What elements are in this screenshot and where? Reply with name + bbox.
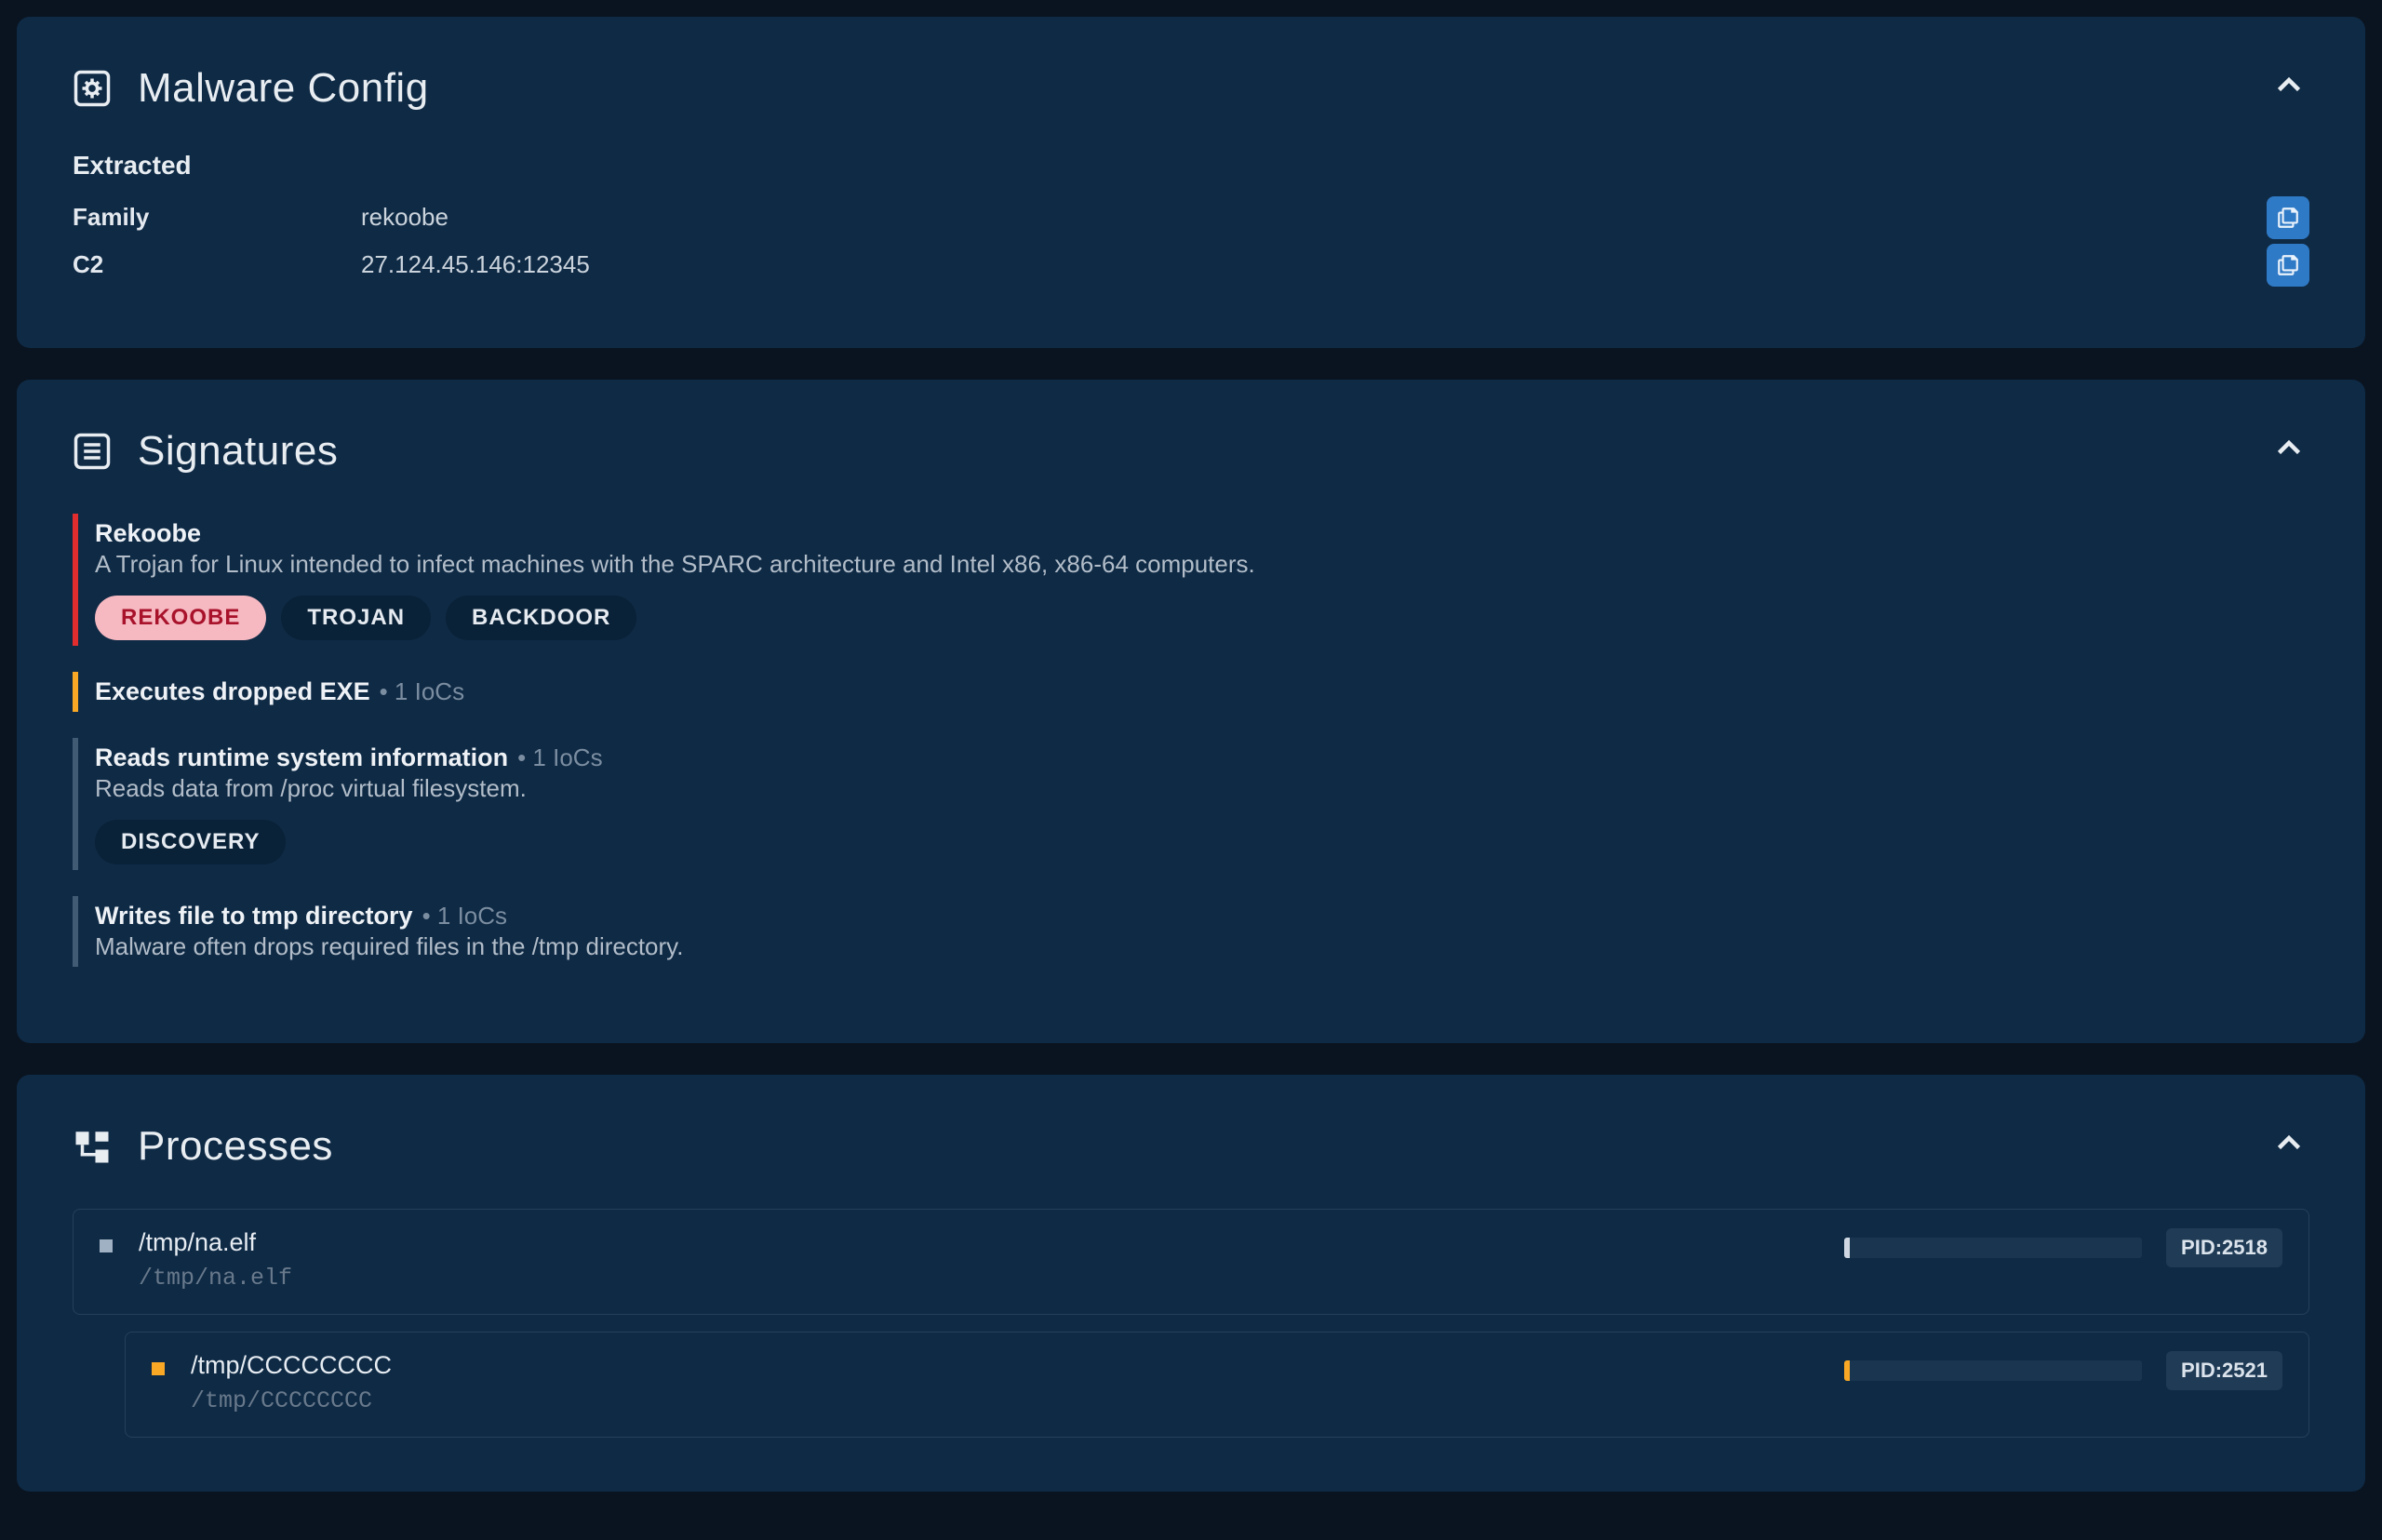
config-key: Family xyxy=(73,203,361,232)
signature-title: Reads runtime system information xyxy=(95,743,508,771)
timeline-tick-icon xyxy=(1844,1238,1850,1258)
signature-item[interactable]: Writes file to tmp directory • 1 IoCsMalw… xyxy=(73,896,2309,967)
signature-description: A Trojan for Linux intended to infect ma… xyxy=(95,550,2309,579)
signature-title: Executes dropped EXE xyxy=(95,677,370,705)
collapse-toggle[interactable] xyxy=(2268,65,2309,106)
processes-panel: Processes /tmp/na.elf /tmp/na.elf PID:25… xyxy=(17,1075,2365,1492)
process-path-sub: /tmp/na.elf xyxy=(139,1265,1844,1292)
process-marker-icon xyxy=(100,1239,113,1252)
signature-item[interactable]: Reads runtime system information • 1 IoCs… xyxy=(73,738,2309,870)
signature-title: Rekoobe xyxy=(95,519,201,547)
timeline-tick-icon xyxy=(1844,1360,1850,1381)
list-icon xyxy=(73,432,112,471)
process-timeline-bar xyxy=(1844,1238,2142,1258)
signature-item[interactable]: Executes dropped EXE • 1 IoCs xyxy=(73,672,2309,712)
config-row: Family rekoobe xyxy=(73,203,2309,232)
panel-header: Malware Config xyxy=(73,65,2309,112)
extracted-label: Extracted xyxy=(73,151,2309,181)
collapse-toggle[interactable] xyxy=(2268,1123,2309,1164)
copy-button[interactable] xyxy=(2267,196,2309,239)
pid-badge: PID:2518 xyxy=(2166,1228,2282,1267)
process-path: /tmp/na.elf xyxy=(139,1228,1844,1257)
tag-row: REKOOBE TROJAN BACKDOOR xyxy=(95,596,2309,640)
config-value: 27.124.45.146:12345 xyxy=(361,250,590,279)
signature-iocs: • 1 IoCs xyxy=(517,743,602,771)
tag[interactable]: REKOOBE xyxy=(95,596,266,640)
signature-description: Reads data from /proc virtual filesystem… xyxy=(95,774,2309,803)
tag[interactable]: BACKDOOR xyxy=(446,596,636,640)
signature-title: Writes file to tmp directory xyxy=(95,902,413,930)
copy-button[interactable] xyxy=(2267,244,2309,287)
process-timeline-bar xyxy=(1844,1360,2142,1381)
signature-description: Malware often drops required files in th… xyxy=(95,932,2309,961)
tree-icon xyxy=(73,1127,112,1166)
config-value: rekoobe xyxy=(361,203,448,232)
collapse-toggle[interactable] xyxy=(2268,428,2309,469)
config-key: C2 xyxy=(73,250,361,279)
process-path-sub: /tmp/CCCCCCCC xyxy=(191,1387,1844,1414)
panel-title: Malware Config xyxy=(138,65,429,112)
config-row: C2 27.124.45.146:12345 xyxy=(73,250,2309,279)
panel-header: Processes xyxy=(73,1123,2309,1170)
signature-iocs: • 1 IoCs xyxy=(380,677,464,705)
tag[interactable]: DISCOVERY xyxy=(95,820,286,864)
process-row[interactable]: /tmp/na.elf /tmp/na.elf PID:2518 xyxy=(73,1209,2309,1315)
pid-badge: PID:2521 xyxy=(2166,1351,2282,1390)
tag[interactable]: TROJAN xyxy=(281,596,431,640)
tag-row: DISCOVERY xyxy=(95,820,2309,864)
process-path: /tmp/CCCCCCCC xyxy=(191,1351,1844,1380)
signature-iocs: • 1 IoCs xyxy=(422,902,507,930)
process-marker-icon xyxy=(152,1362,165,1375)
signature-item[interactable]: Rekoobe A Trojan for Linux intended to in… xyxy=(73,514,2309,646)
gear-box-icon xyxy=(73,69,112,108)
signatures-panel: Signatures Rekoobe A Trojan for Linux int… xyxy=(17,380,2365,1043)
panel-title: Signatures xyxy=(138,428,338,475)
malware-config-panel: Malware Config Extracted Family rekoobe … xyxy=(17,17,2365,348)
panel-header: Signatures xyxy=(73,428,2309,475)
panel-title: Processes xyxy=(138,1123,333,1170)
